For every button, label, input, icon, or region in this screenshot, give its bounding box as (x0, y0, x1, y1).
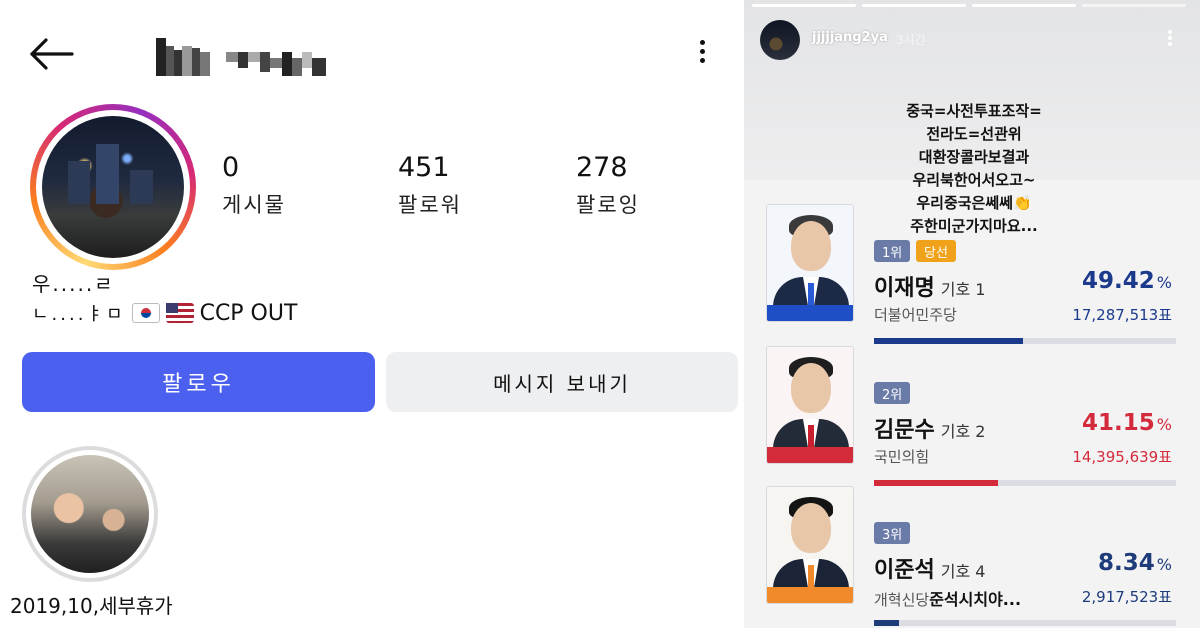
back-arrow-icon[interactable] (28, 36, 76, 72)
candidate-name: 이재명 기호 1 (874, 270, 985, 302)
rank-badge: 2위 (874, 382, 911, 404)
candidate-photo (766, 346, 854, 464)
story-progress-segment (752, 4, 856, 7)
overlay-line: 대환장콜라보결과 (918, 148, 1030, 166)
candidate-party-text: 국민의힘 (874, 448, 930, 466)
bio-line-2-prefix: ㄴ....ㅑㅁ (32, 304, 126, 325)
overlay-line: 주한미군가지마요... (910, 217, 1038, 235)
vote-share-bar-fill (874, 338, 1024, 344)
winner-badge: 당선 (916, 240, 956, 262)
south-korea-flag-icon (131, 303, 160, 323)
story-text-overlay: 중국=사전투표조작= 전라도=선관위 대환장콜라보결과 우리북한어서오고~ 우리… (824, 100, 1124, 238)
percent-sign: % (1156, 555, 1172, 574)
story-highlight-thumbnail (31, 455, 149, 573)
vote-share-bar-fill (874, 620, 900, 626)
candidate-percentage: 49.42% (1082, 268, 1172, 294)
candidate-votes: 14,395,639표 (1072, 448, 1172, 466)
rank-badge: 3위 (874, 522, 911, 544)
vote-share-bar (874, 620, 1176, 626)
overlay-line: 중국=사전투표조작= (906, 102, 1042, 120)
candidate-percentage: 8.34% (1098, 550, 1172, 576)
candidate-row: 2위 김문수 기호 2 41.15% 국민의힘 14,395,639표 (766, 346, 1178, 486)
candidate-party-overlay-text: 준석시치야... (929, 590, 1022, 609)
stat-posts-label: 게시물 (222, 193, 286, 217)
candidate-percentage-value: 41.15 (1082, 410, 1155, 436)
candidate-votes: 2,917,523표 (1081, 588, 1172, 606)
candidate-name-text: 김문수 (874, 418, 935, 443)
candidate-party: 국민의힘 (874, 446, 929, 467)
candidate-number: 기호 1 (940, 280, 986, 299)
candidate-row: 3위 이준석 기호 4 8.34% 개혁신당준석시치야... 2,917,523표 (766, 486, 1178, 626)
candidate-name: 이준석 기호 4 (874, 552, 985, 584)
candidate-party-text: 더불어민주당 (874, 306, 957, 324)
us-flag-icon (165, 303, 194, 323)
candidate-number: 기호 2 (940, 422, 986, 441)
profile-panel: 0 게시물 451 팔로워 278 팔로잉 우.....ㄹ ㄴ....ㅑㅁ CC… (0, 0, 748, 628)
story-highlight-label: 2019,10,세부휴가 (10, 594, 173, 618)
story-progress-segment (1082, 4, 1186, 7)
bio-line-2-text: CCP OUT (199, 300, 298, 326)
candidate-party-text: 개혁신당 (874, 591, 930, 609)
overlay-line: 우리북한어서오고~ (912, 171, 1036, 189)
percent-sign: % (1156, 273, 1172, 292)
overlay-line: 전라도=선관위 (926, 125, 1022, 143)
candidate-percentage: 41.15% (1082, 410, 1172, 436)
candidate-name: 김문수 기호 2 (874, 412, 985, 444)
story-progress-segment (862, 4, 966, 7)
story-more-options-icon[interactable] (1164, 28, 1176, 54)
more-options-icon[interactable] (692, 36, 712, 72)
story-user-avatar[interactable] (760, 20, 800, 60)
stat-posts-value: 0 (222, 152, 240, 183)
stat-posts[interactable]: 0 게시물 (222, 152, 286, 219)
story-highlight[interactable] (22, 446, 158, 582)
candidate-party: 개혁신당준석시치야... (874, 586, 1021, 610)
send-message-button[interactable]: 메시지 보내기 (386, 352, 738, 412)
stat-following-label: 팔로잉 (576, 193, 640, 217)
candidate-name-text: 이재명 (874, 276, 935, 301)
profile-avatar[interactable] (30, 104, 196, 270)
stat-followers[interactable]: 451 팔로워 (398, 152, 462, 219)
stat-followers-label: 팔로워 (398, 193, 462, 217)
overlay-line: 우리중국은쎄쎄👏 (916, 194, 1032, 212)
candidate-number: 기호 4 (940, 562, 986, 581)
story-username[interactable]: jjjjjang2ya (812, 30, 888, 45)
story-progress-segment (972, 4, 1076, 7)
bio-line-1: 우.....ㄹ (32, 272, 115, 296)
stat-followers-value: 451 (398, 152, 450, 183)
candidate-name-text: 이준석 (874, 558, 935, 583)
story-timestamp: 3시간 (896, 33, 926, 47)
censored-username (156, 38, 326, 76)
candidate-percentage-value: 49.42 (1082, 268, 1155, 294)
candidate-percentage-value: 8.34 (1098, 550, 1155, 576)
rank-badge: 1위 (874, 240, 911, 262)
candidate-photo (766, 486, 854, 604)
bio-line-2: ㄴ....ㅑㅁ CCP OUT (32, 300, 297, 326)
candidate-party: 더불어민주당 (874, 304, 957, 325)
story-panel[interactable]: jjjjjang2ya 3시간 중국=사전투표조작= 전라도=선관위 대환장콜라… (744, 0, 1200, 628)
percent-sign: % (1156, 415, 1172, 434)
vote-share-bar (874, 338, 1176, 344)
stat-following[interactable]: 278 팔로잉 (576, 152, 640, 219)
candidate-votes: 17,287,513표 (1072, 306, 1172, 324)
stat-following-value: 278 (576, 152, 628, 183)
follow-button[interactable]: 팔로우 (22, 352, 375, 412)
